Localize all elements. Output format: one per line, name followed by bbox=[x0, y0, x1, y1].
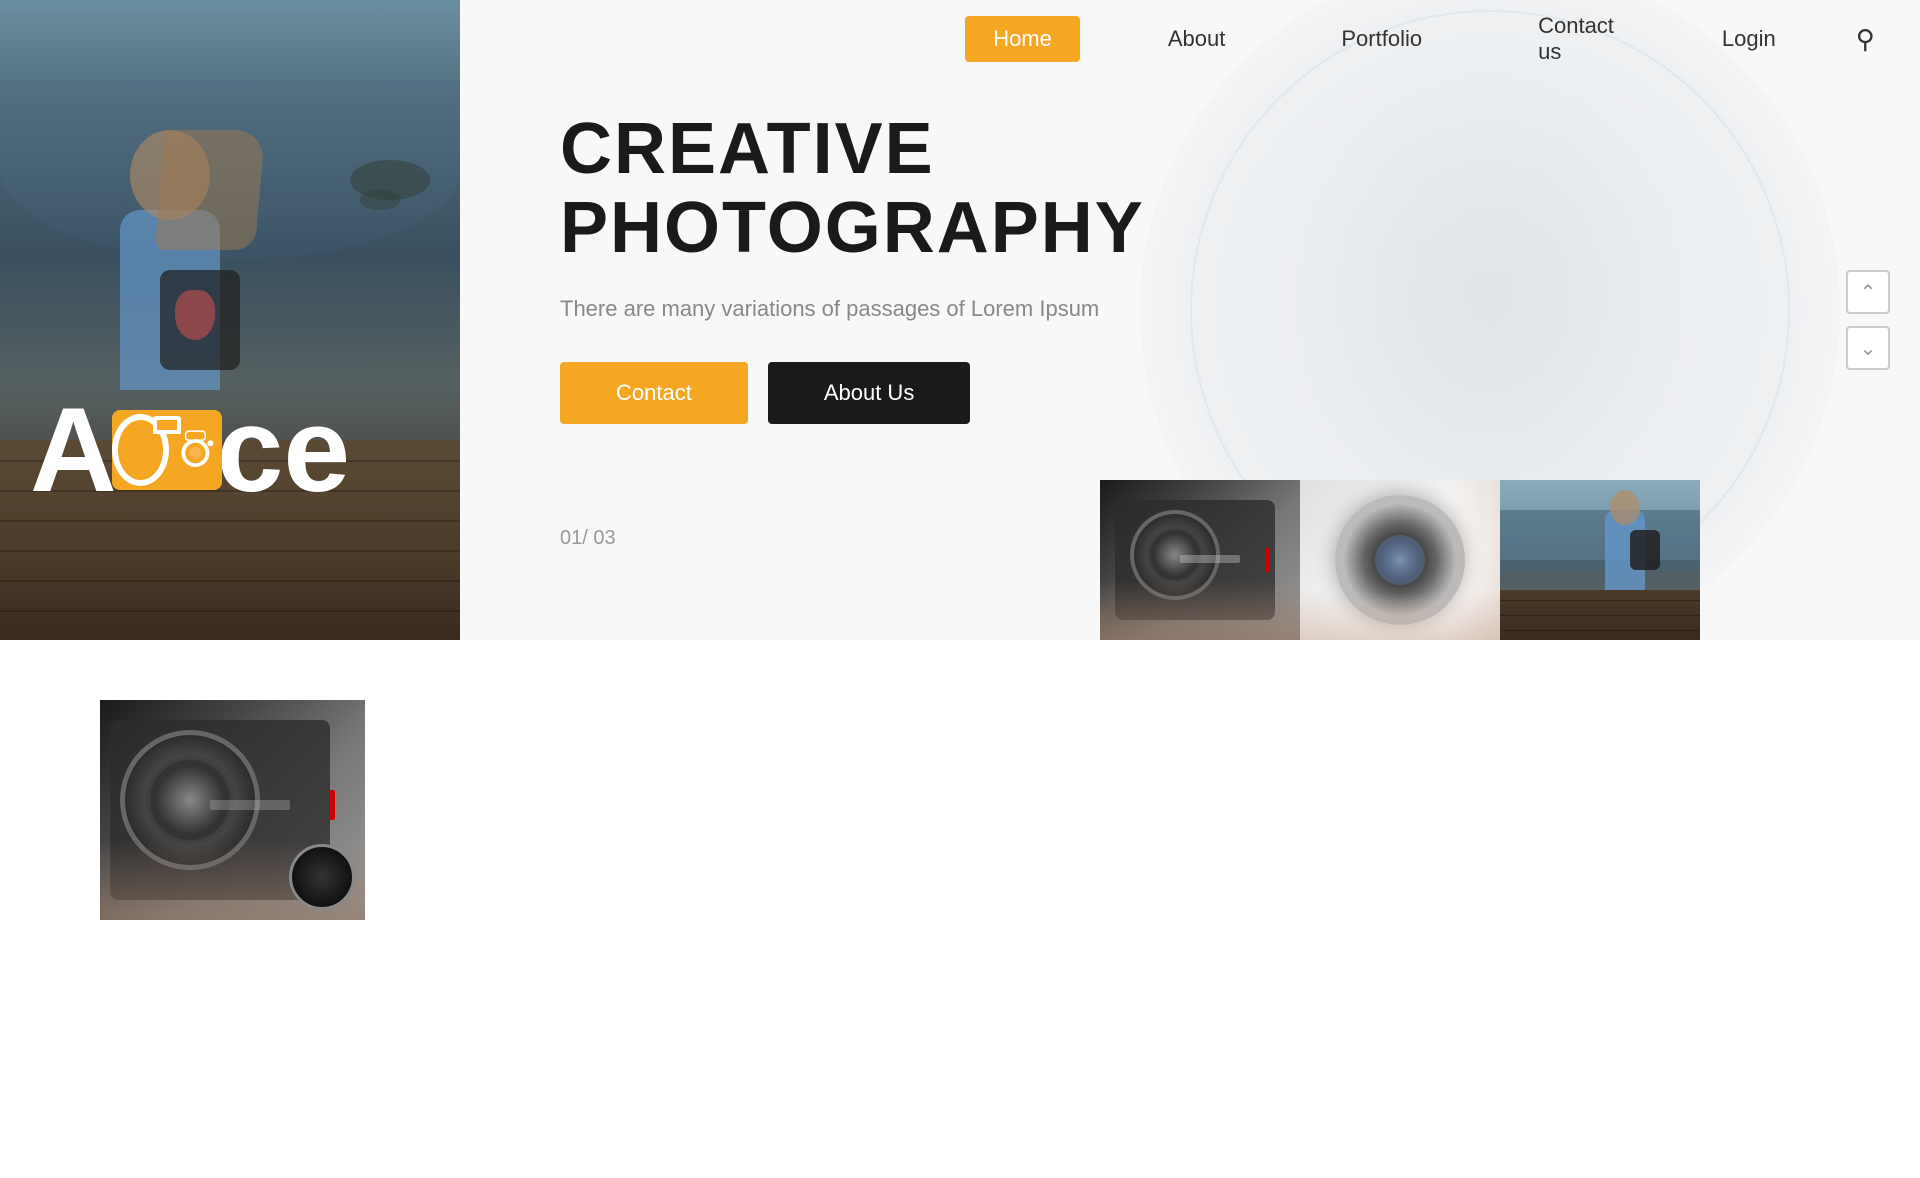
nav-home[interactable]: Home bbox=[965, 16, 1080, 62]
thumbnail-3[interactable] bbox=[1500, 480, 1700, 640]
search-icon[interactable]: ⚲ bbox=[1856, 24, 1875, 55]
nav-login[interactable]: Login bbox=[1722, 26, 1776, 52]
hero-background-image bbox=[0, 0, 460, 640]
slide-counter: 01/ 03 bbox=[560, 527, 616, 550]
contact-button[interactable]: Contact bbox=[560, 362, 748, 424]
thumbnail-row bbox=[1100, 480, 1920, 640]
brand-letter-a: A bbox=[30, 390, 117, 510]
slide-down-arrow[interactable]: ⌄ bbox=[1846, 326, 1890, 370]
hero-section: A ce Home About Port bbox=[0, 0, 1920, 640]
nav: Home About Portfolio Contact us Login ⚲ bbox=[965, 3, 1875, 75]
below-section bbox=[0, 640, 1920, 940]
hero-left-panel: A ce bbox=[0, 0, 460, 640]
about-us-button[interactable]: About Us bbox=[768, 362, 971, 424]
camera-icon bbox=[112, 410, 222, 490]
hero-brand: A ce bbox=[30, 390, 350, 510]
header: Home About Portfolio Contact us Login ⚲ bbox=[920, 0, 1920, 78]
hero-right-panel: Home About Portfolio Contact us Login ⚲ … bbox=[460, 0, 1920, 640]
thumbnail-1[interactable] bbox=[1100, 480, 1300, 640]
hero-title-line1: CREATIVE bbox=[560, 109, 935, 189]
hero-description: There are many variations of passages of… bbox=[560, 296, 1140, 322]
below-thumbnail bbox=[100, 700, 365, 920]
hero-title: CREATIVE PHOTOGRAPHY bbox=[560, 110, 1260, 268]
brand-rest: ce bbox=[217, 390, 350, 510]
thumbnail-2[interactable] bbox=[1300, 480, 1500, 640]
slide-up-arrow[interactable]: ⌃ bbox=[1846, 270, 1890, 314]
nav-portfolio[interactable]: Portfolio bbox=[1313, 16, 1450, 62]
hero-buttons: Contact About Us bbox=[560, 362, 1920, 424]
slide-navigation: ⌃ ⌄ bbox=[1846, 270, 1890, 370]
nav-about[interactable]: About bbox=[1140, 16, 1254, 62]
hero-title-line2: PHOTOGRAPHY bbox=[560, 188, 1145, 268]
nav-contact[interactable]: Contact us bbox=[1510, 3, 1642, 75]
